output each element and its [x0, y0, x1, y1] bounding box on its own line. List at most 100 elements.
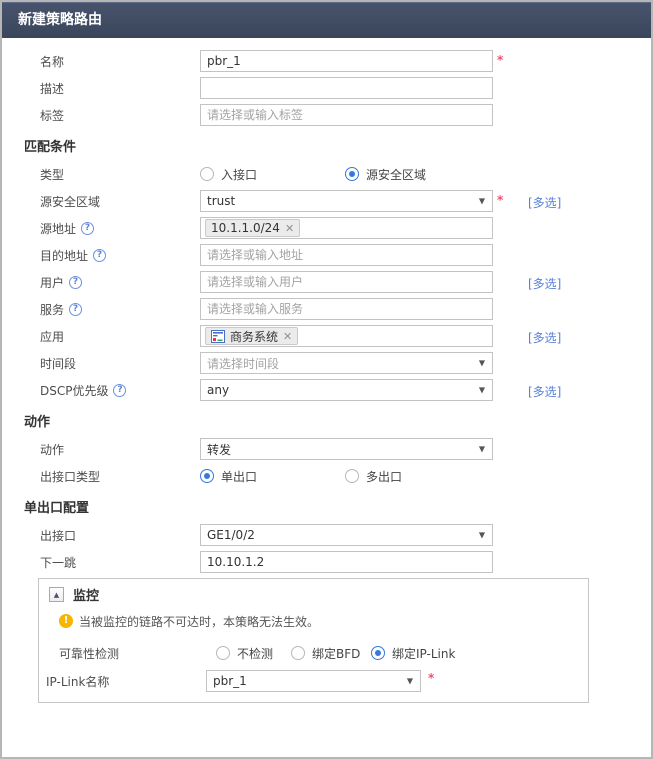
radio-multi-egress[interactable]: 多出口 [345, 468, 402, 485]
radio-selected-icon [371, 646, 385, 660]
radio-bind-iplink[interactable]: 绑定IP-Link [371, 645, 455, 662]
application-label: 应用 [2, 328, 200, 345]
dscp-label: DSCP优先级 ? [2, 382, 200, 399]
description-control [200, 77, 493, 99]
collapse-icon[interactable]: ▲ [49, 587, 64, 602]
type-label-text: 类型 [40, 166, 64, 183]
help-icon[interactable]: ? [93, 249, 106, 262]
next-hop-label: 下一跳 [2, 554, 200, 571]
dscp-multi-select-link[interactable]: [多选] [528, 383, 561, 400]
address-tag: 10.1.1.0/24 ✕ [205, 219, 300, 237]
radio-multi-egress-label: 多出口 [366, 468, 402, 485]
help-icon[interactable]: ? [113, 384, 126, 397]
egress-interface-select[interactable]: GE1/0/2 ▼ [200, 524, 493, 546]
radio-no-detect[interactable]: 不检测 [216, 645, 291, 662]
radio-icon [200, 167, 214, 181]
radio-bind-bfd-label: 绑定BFD [312, 645, 360, 662]
row-src-addr: 源地址 ? 10.1.1.0/24 ✕ [2, 217, 651, 239]
type-radio-group: 入接口 源安全区域 [200, 166, 426, 183]
iplink-name-label: IP-Link名称 [46, 673, 206, 690]
row-name: 名称 * [2, 50, 651, 72]
user-input[interactable] [200, 271, 493, 293]
application-tag: 商务系统 ✕ [205, 327, 298, 345]
row-tag: 标签 [2, 104, 651, 126]
radio-single-egress-label: 单出口 [221, 468, 257, 485]
egress-type-label: 出接口类型 [2, 468, 200, 485]
name-label: 名称 [2, 53, 200, 70]
chevron-down-icon: ▼ [479, 196, 485, 205]
tag-control [200, 104, 493, 126]
name-control [200, 50, 493, 72]
radio-bind-bfd[interactable]: 绑定BFD [291, 645, 371, 662]
dst-addr-label: 目的地址 ? [2, 247, 200, 264]
monitor-header: ▲ 监控 [39, 586, 588, 602]
next-hop-input[interactable] [200, 551, 493, 573]
tag-label: 标签 [2, 107, 200, 124]
action-label-text: 动作 [40, 441, 64, 458]
required-asterisk: * [497, 53, 503, 67]
name-input[interactable] [200, 50, 493, 72]
egress-interface-value: GE1/0/2 [207, 528, 255, 542]
application-control: 商务系统 ✕ [200, 325, 493, 347]
src-addr-control: 10.1.1.0/24 ✕ [200, 217, 493, 239]
row-user: 用户 ? [多选] [2, 271, 651, 293]
help-icon[interactable]: ? [81, 222, 94, 235]
iplink-name-value: pbr_1 [213, 674, 247, 688]
dst-addr-input[interactable] [200, 244, 493, 266]
action-control: 转发 ▼ [200, 438, 493, 460]
remove-tag-icon[interactable]: ✕ [285, 222, 294, 235]
form-body: 名称 * 描述 标签 匹配条件 [2, 38, 651, 703]
egress-interface-label: 出接口 [2, 527, 200, 544]
help-icon[interactable]: ? [69, 303, 82, 316]
service-control [200, 298, 493, 320]
src-zone-label-text: 源安全区域 [40, 193, 100, 210]
section-single-egress: 单出口配置 [24, 497, 651, 513]
user-label-text: 用户 [40, 274, 64, 291]
radio-source-zone[interactable]: 源安全区域 [345, 166, 426, 183]
monitor-title: 监控 [73, 585, 99, 604]
radio-in-interface[interactable]: 入接口 [200, 166, 345, 183]
iplink-name-select[interactable]: pbr_1 ▼ [206, 670, 421, 692]
time-range-control: 请选择时间段 ▼ [200, 352, 493, 374]
row-action: 动作 转发 ▼ [2, 438, 651, 460]
row-next-hop: 下一跳 [2, 551, 651, 573]
required-asterisk: * [428, 671, 434, 685]
dscp-label-text: DSCP优先级 [40, 382, 108, 399]
dst-addr-label-text: 目的地址 [40, 247, 88, 264]
row-egress-type: 出接口类型 单出口 多出口 [2, 465, 651, 487]
radio-no-detect-label: 不检测 [237, 645, 273, 662]
chevron-down-icon: ▼ [479, 358, 485, 367]
user-label: 用户 ? [2, 274, 200, 291]
dscp-select[interactable]: any ▼ [200, 379, 493, 401]
description-input[interactable] [200, 77, 493, 99]
help-icon[interactable]: ? [69, 276, 82, 289]
time-range-select[interactable]: 请选择时间段 ▼ [200, 352, 493, 374]
row-reliability: 可靠性检测 不检测 绑定BFD 绑定IP-Link [39, 642, 588, 664]
radio-bind-iplink-label: 绑定IP-Link [392, 645, 455, 662]
row-dscp: DSCP优先级 ? any ▼ [多选] [2, 379, 651, 401]
dscp-value: any [207, 383, 229, 397]
action-label: 动作 [2, 441, 200, 458]
radio-single-egress[interactable]: 单出口 [200, 468, 345, 485]
tag-input[interactable] [200, 104, 493, 126]
time-range-label-text: 时间段 [40, 355, 76, 372]
service-input[interactable] [200, 298, 493, 320]
application-multi-select-link[interactable]: [多选] [528, 329, 561, 346]
service-label: 服务 ? [2, 301, 200, 318]
monitor-warning: ! 当被监控的链路不可达时，本策略无法生效。 [59, 613, 588, 629]
row-src-zone: 源安全区域 trust ▼ * [多选] [2, 190, 651, 212]
src-addr-input[interactable]: 10.1.1.0/24 ✕ [200, 217, 493, 239]
user-multi-select-link[interactable]: [多选] [528, 275, 561, 292]
application-icon [211, 330, 225, 343]
action-select[interactable]: 转发 ▼ [200, 438, 493, 460]
dst-addr-control [200, 244, 493, 266]
src-zone-select[interactable]: trust ▼ [200, 190, 493, 212]
service-label-text: 服务 [40, 301, 64, 318]
src-zone-value: trust [207, 194, 235, 208]
remove-tag-icon[interactable]: ✕ [283, 330, 292, 343]
src-addr-label: 源地址 ? [2, 220, 200, 237]
application-input[interactable]: 商务系统 ✕ [200, 325, 493, 347]
reliability-label: 可靠性检测 [59, 645, 216, 662]
src-zone-multi-select-link[interactable]: [多选] [528, 194, 561, 211]
chevron-down-icon: ▼ [479, 385, 485, 394]
